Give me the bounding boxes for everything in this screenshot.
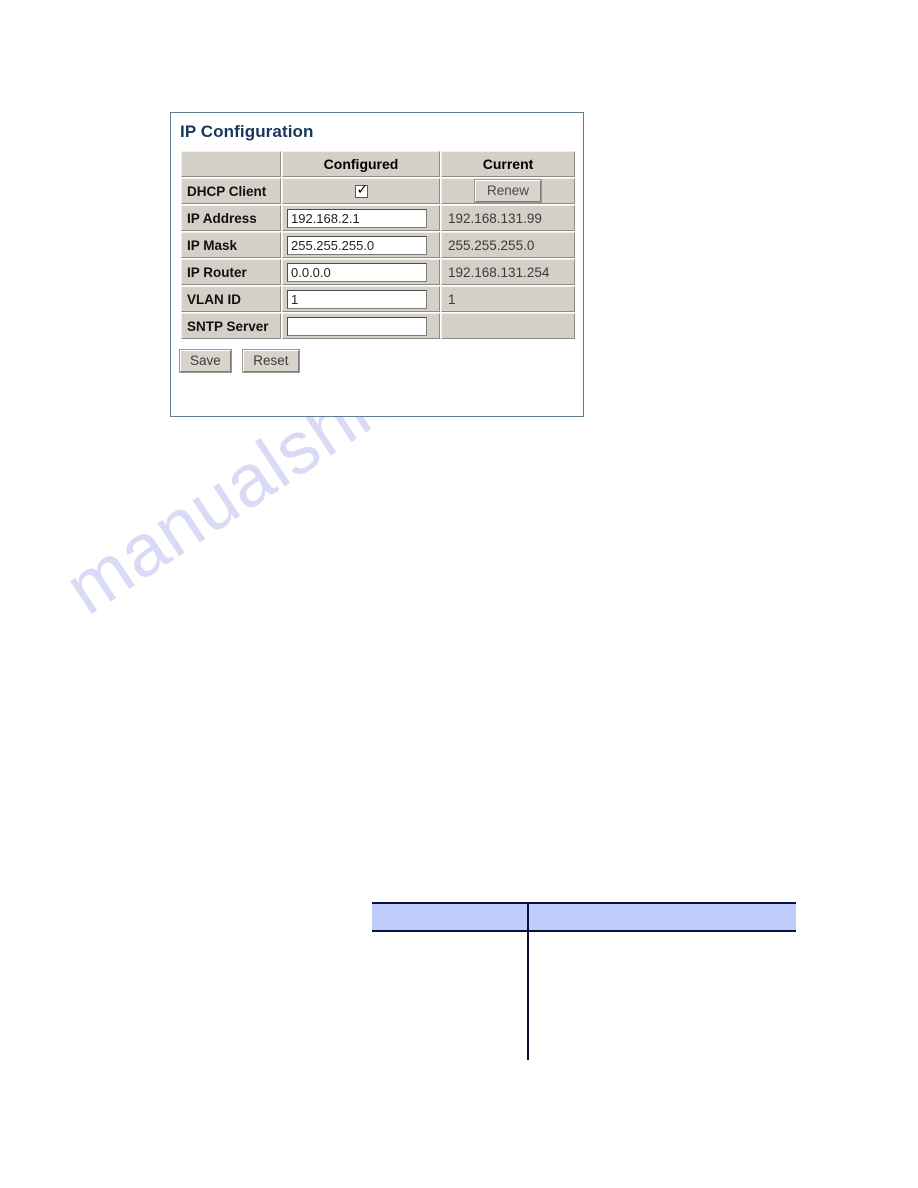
table-row: VLAN ID 1: [181, 286, 575, 312]
vlan-id-input[interactable]: [287, 289, 427, 309]
cell-dhcp-client-configured: ✓: [282, 178, 440, 204]
table-header-row: Configured Current: [181, 151, 575, 177]
cell-dhcp-client-current: Renew: [441, 178, 575, 204]
header-cell-current: Current: [441, 151, 575, 177]
description-header-cell-2: [528, 902, 796, 932]
table-row: SNTP Server: [181, 313, 575, 339]
panel-button-row: Save Reset: [179, 349, 583, 373]
renew-button[interactable]: Renew: [474, 179, 542, 203]
ip-router-input[interactable]: [287, 262, 427, 282]
description-table-body-row: [372, 931, 796, 1060]
row-label-ip-address: IP Address: [181, 205, 281, 231]
cell-ip-address-configured: [282, 205, 440, 231]
header-cell-configured: Configured: [282, 151, 440, 177]
row-label-sntp-server: SNTP Server: [181, 313, 281, 339]
row-label-dhcp-client: DHCP Client: [181, 178, 281, 204]
ip-configuration-panel: IP Configuration Configured Current DHCP…: [170, 112, 584, 417]
ip-mask-current-value: 255.255.255.0: [441, 232, 575, 258]
sntp-server-current-value: [441, 313, 575, 339]
cell-sntp-server-configured: [282, 313, 440, 339]
ip-address-current-value: 192.168.131.99: [441, 205, 575, 231]
save-button[interactable]: Save: [179, 349, 232, 373]
table-row: IP Address 192.168.131.99: [181, 205, 575, 231]
table-row: IP Router 192.168.131.254: [181, 259, 575, 285]
ip-router-current-value: 192.168.131.254: [441, 259, 575, 285]
table-row: DHCP Client ✓ Renew: [181, 178, 575, 204]
description-table-header-row: [372, 902, 796, 932]
sntp-server-input[interactable]: [287, 316, 427, 336]
cell-ip-router-configured: [282, 259, 440, 285]
dhcp-client-checkbox[interactable]: ✓: [354, 182, 369, 199]
row-label-vlan-id: VLAN ID: [181, 286, 281, 312]
ip-configuration-table: Configured Current DHCP Client ✓ Renew I…: [180, 150, 576, 340]
table-row: IP Mask 255.255.255.0: [181, 232, 575, 258]
header-cell-blank: [181, 151, 281, 177]
row-label-ip-mask: IP Mask: [181, 232, 281, 258]
description-header-cell-1: [372, 902, 529, 932]
ip-address-input[interactable]: [287, 208, 427, 228]
description-body-cell-1: [372, 931, 529, 1060]
page-title: IP Configuration: [180, 122, 314, 141]
description-table: [372, 902, 796, 1060]
ip-mask-input[interactable]: [287, 235, 427, 255]
row-label-ip-router: IP Router: [181, 259, 281, 285]
checkmark-icon: ✓: [356, 182, 369, 199]
description-body-cell-2: [528, 931, 796, 1060]
cell-ip-mask-configured: [282, 232, 440, 258]
reset-button[interactable]: Reset: [242, 349, 300, 373]
vlan-id-current-value: 1: [441, 286, 575, 312]
cell-vlan-id-configured: [282, 286, 440, 312]
